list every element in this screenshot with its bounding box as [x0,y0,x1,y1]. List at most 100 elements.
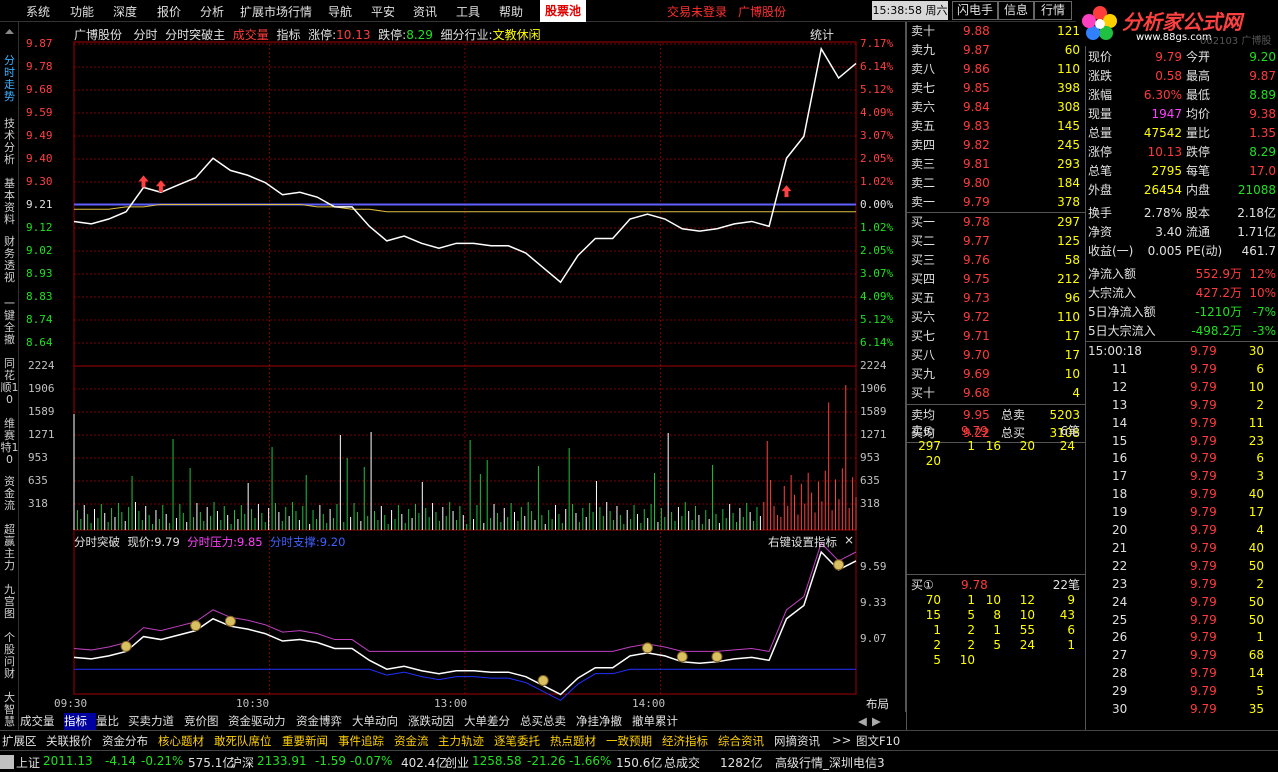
bottom-tab[interactable]: 资金驱动力 [228,713,296,730]
vtab-capital-flow[interactable]: 资金流 [0,476,19,512]
quote-value: 17.0 [1249,164,1276,178]
bid-price[interactable]: 9.70 [963,346,990,364]
bid-price[interactable]: 9.77 [963,232,990,250]
bottom-tab[interactable]: 量比 [96,713,128,730]
bid-price[interactable]: 9.72 [963,308,990,326]
tick-price: 9.79 [1190,630,1217,645]
info-tab[interactable]: 一致预期 [606,733,652,749]
bid-price[interactable]: 9.73 [963,289,990,307]
tab-scroll-right-icon[interactable]: ▶ [872,713,881,730]
info-tab[interactable]: 资金分布 [102,733,148,749]
menu-quote[interactable]: 报价 [157,3,181,20]
bottom-tab[interactable]: 涨跌动因 [408,713,464,730]
menu-system[interactable]: 系统 [26,3,50,20]
info-tab[interactable]: 重要新闻 [282,733,328,749]
ask-level-label: 卖十 [911,24,936,38]
bottom-tab[interactable]: 大单动向 [352,713,408,730]
bottom-tab[interactable]: 大单差分 [464,713,520,730]
info-tab-row: 扩展区 关联报价 资金分布 核心题材 敢死队席位 重要新闻 事件追踪 资金流 主力轨迹 逐笔委托热… [0,730,1278,750]
bid-price[interactable]: 9.75 [963,270,990,288]
info-tab[interactable]: 资金流 [394,733,429,749]
menu-stock-pool[interactable]: 股票池 [540,0,586,22]
menu-function[interactable]: 功能 [70,3,94,20]
info-tab[interactable]: 逐笔委托 [494,733,540,749]
tick-time: 17 [1112,469,1128,484]
scroll-up-icon[interactable] [0,26,19,36]
vtab-wencai[interactable]: 个股问财 [0,632,19,680]
sell1-queue-cell: 1 [967,439,975,453]
vtab-basic[interactable]: 基本资料 [0,178,19,226]
market-button[interactable]: 行情 [1034,1,1072,20]
menu-analysis[interactable]: 分析 [200,3,224,20]
menu-info[interactable]: 资讯 [413,3,437,20]
right-click-settings[interactable]: 右键设置指标 [768,534,837,550]
tab-scroll-left-icon[interactable]: ◀ [858,713,867,730]
ask-price[interactable]: 9.83 [963,117,990,135]
bottom-tab[interactable]: 成交量 [20,713,64,730]
ask-price[interactable]: 9.85 [963,79,990,97]
quote-label: PE(动) [1186,244,1223,258]
info-tab[interactable]: 扩展区 [2,733,37,749]
ask-price[interactable]: 9.80 [963,174,990,192]
tick-time: 16 [1112,451,1128,466]
ask-price[interactable]: 9.84 [963,98,990,116]
vtab-ths10[interactable]: 同花顺10 [0,358,19,406]
menu-pingan[interactable]: 平安 [371,3,395,20]
info-tab[interactable]: 热点题材 [550,733,596,749]
info-tab[interactable]: 核心题材 [158,733,204,749]
info-more-icon[interactable]: >> [832,733,851,747]
menu-nav[interactable]: 导航 [328,3,352,20]
bottom-tab[interactable]: 资金博弈 [296,713,352,730]
ask-price[interactable]: 9.88 [963,22,990,40]
bid-price[interactable]: 9.71 [963,327,990,345]
flow-value: 552.9万 [1195,267,1242,281]
bottom-tab[interactable]: 撤单累计 [632,713,688,730]
info-tab[interactable]: 综合资讯 [718,733,764,749]
vtab-finance[interactable]: 财务透视 [0,236,19,284]
ask-price[interactable]: 9.81 [963,155,990,173]
info-tab[interactable]: 网摘资讯 [774,733,820,749]
index-icon[interactable] [0,755,14,769]
info-tab[interactable]: 事件追踪 [338,733,384,749]
info-tab[interactable]: 主力轨迹 [438,733,484,749]
quote-value: 3.40 [1155,225,1182,239]
current-stock-alert[interactable]: 广博股份 [738,3,786,20]
bottom-tab[interactable]: 指标 [64,713,96,730]
bottom-tab[interactable]: 买卖力道 [128,713,184,730]
info-tab[interactable]: 关联报价 [46,733,92,749]
vtab-nine-grid[interactable]: 九宫图 [0,584,19,620]
menu-tools[interactable]: 工具 [456,3,480,20]
info-tab[interactable]: 经济指标 [662,733,708,749]
trade-login-alert[interactable]: 交易未登录 [667,3,727,20]
vtab-intraday[interactable]: 分时走势 [0,55,19,103]
flash-trade-button[interactable]: 闪电手 [952,1,998,20]
bid-price[interactable]: 9.78 [963,213,990,231]
bid-volume: 212 [1057,272,1080,286]
bid-price[interactable]: 9.76 [963,251,990,269]
info-tab[interactable]: 敢死队席位 [214,733,272,749]
tick-volume: 2 [1256,397,1264,412]
vtab-technical[interactable]: 技术分析 [0,118,19,166]
bottom-tab[interactable]: 净挂净撤 [576,713,632,730]
server-name[interactable]: 高级行情_深圳电信3 [775,754,885,771]
bid-price[interactable]: 9.68 [963,384,990,402]
f10-button[interactable]: 图文F10 [856,733,900,749]
menu-ext-market[interactable]: 扩展市场行情 [240,3,312,20]
bid-price[interactable]: 9.69 [963,365,990,383]
ask-price[interactable]: 9.79 [963,193,990,211]
intraday-chart[interactable] [20,22,906,712]
vtab-wst10[interactable]: 维赛特10 [0,418,19,466]
close-indicator-icon[interactable]: × [844,533,854,547]
ask-price[interactable]: 9.87 [963,41,990,59]
vtab-dzh[interactable]: 大智慧 [0,692,19,728]
menu-depth[interactable]: 深度 [113,3,137,20]
bottom-tab[interactable]: 总买总卖 [520,713,576,730]
bottom-tab[interactable]: 竞价图 [184,713,228,730]
menu-help[interactable]: 帮助 [499,3,523,20]
vtab-oneclick-cancel[interactable]: 一键全撤 [0,298,19,346]
layout-button[interactable]: 布局 [866,696,889,712]
vtab-super-main[interactable]: 超赢主力 [0,524,19,572]
info-button[interactable]: 信息 [998,1,1034,20]
ask-price[interactable]: 9.86 [963,60,990,78]
ask-price[interactable]: 9.82 [963,136,990,154]
